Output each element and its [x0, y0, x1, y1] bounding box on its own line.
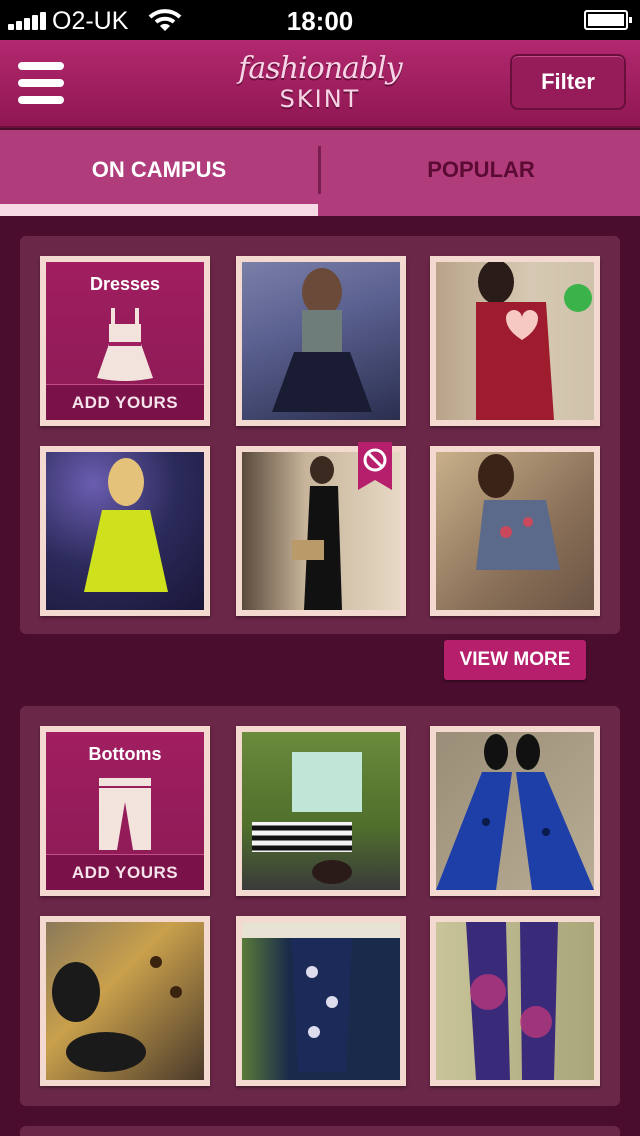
add-yours-button[interactable]: ADD YOURS: [46, 854, 204, 890]
outfit-photo: [242, 262, 400, 420]
outfit-photo: [242, 922, 400, 1080]
dresses-section: Dresses ADD YOURS: [20, 236, 620, 634]
outfit-photo: [436, 452, 594, 610]
outfit-photo: [436, 732, 594, 890]
photo-tile[interactable]: [40, 446, 210, 616]
photo-tile[interactable]: [236, 726, 406, 896]
dress-icon: [97, 308, 153, 381]
add-yours-button[interactable]: ADD YOURS: [46, 384, 204, 420]
photo-tile[interactable]: [236, 256, 406, 426]
next-section: [20, 1126, 620, 1136]
filter-button[interactable]: Filter: [510, 54, 626, 110]
photo-tile[interactable]: [430, 256, 600, 426]
app-header: fashionably SKINT Filter: [0, 40, 640, 128]
outfit-photo: [46, 452, 204, 610]
bottoms-section: Bottoms ADD YOURS: [20, 706, 620, 1106]
hamburger-menu-icon[interactable]: [18, 62, 64, 104]
trousers-icon: [99, 778, 151, 850]
status-bar: O2-UK 18:00: [0, 0, 640, 40]
tab-popular[interactable]: POPULAR: [322, 130, 640, 216]
photo-tile[interactable]: [40, 916, 210, 1086]
outfit-photo: [242, 732, 400, 890]
photo-tile[interactable]: [236, 916, 406, 1086]
tab-selected-indicator: [0, 204, 318, 216]
logo-line-1: fashionably: [238, 51, 402, 86]
photo-tile[interactable]: [430, 726, 600, 896]
dresses-category-tile[interactable]: Dresses ADD YOURS: [40, 256, 210, 426]
view-more-button[interactable]: VIEW MORE: [444, 640, 586, 680]
logo-line-2: SKINT: [279, 85, 361, 113]
block-report-icon[interactable]: [358, 442, 392, 490]
outfit-photo: [46, 922, 204, 1080]
photo-tile[interactable]: [430, 446, 600, 616]
bottoms-category-tile[interactable]: Bottoms ADD YOURS: [40, 726, 210, 896]
outfit-photo: [436, 922, 594, 1080]
tab-divider: [318, 146, 321, 194]
battery-icon: [584, 10, 632, 30]
photo-tile[interactable]: [430, 916, 600, 1086]
clock-label: 18:00: [286, 6, 354, 36]
category-title: Dresses: [89, 274, 161, 294]
outfit-photo: [436, 262, 594, 420]
category-title: Bottoms: [88, 744, 162, 764]
app-logo: fashionably SKINT: [220, 52, 420, 122]
